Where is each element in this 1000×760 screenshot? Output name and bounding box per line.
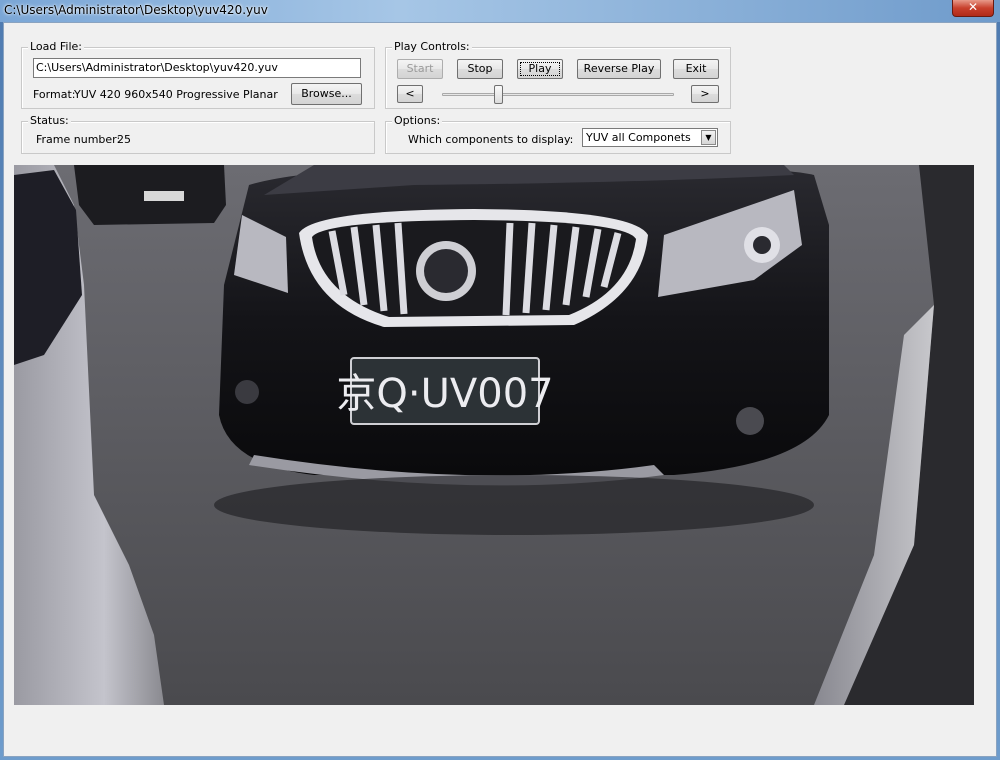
exit-button[interactable]: Exit (673, 59, 719, 79)
stop-button[interactable]: Stop (457, 59, 503, 79)
format-label: Format: (33, 88, 76, 101)
left-fog-light (235, 380, 259, 404)
background-car-plate (144, 191, 184, 201)
video-frame: 京Q·UV007 (14, 165, 974, 705)
license-plate-text: 京Q·UV007 (336, 371, 553, 417)
components-select-value: YUV all Componets (586, 131, 691, 144)
browse-button[interactable]: Browse... (291, 83, 362, 105)
chevron-down-icon[interactable]: ▼ (701, 130, 716, 145)
next-frame-button[interactable]: > (691, 85, 719, 103)
options-group-label: Options: (392, 114, 443, 127)
video-frame-image: 京Q·UV007 (14, 165, 974, 705)
window-title: C:\Users\Administrator\Desktop\yuv420.yu… (4, 3, 268, 17)
previous-frame-button[interactable]: < (397, 85, 423, 103)
play-controls-group-label: Play Controls: (392, 40, 472, 53)
components-select[interactable]: YUV all Componets ▼ (582, 128, 718, 147)
frame-slider-track[interactable] (442, 93, 674, 96)
reverse-play-button[interactable]: Reverse Play (577, 59, 661, 79)
frame-number-value: 25 (117, 133, 131, 146)
close-icon: ✕ (967, 0, 979, 14)
format-value: YUV 420 960x540 Progressive Planar (74, 88, 278, 101)
components-label: Which components to display: (408, 133, 574, 146)
play-button[interactable]: Play (517, 59, 563, 79)
dialog-client-area: Load File: C:\Users\Administrator\Deskto… (3, 22, 997, 757)
app-window: C:\Users\Administrator\Desktop\yuv420.yu… (0, 0, 1000, 760)
frame-number-label: Frame number: (36, 133, 121, 146)
file-path-input[interactable]: C:\Users\Administrator\Desktop\yuv420.yu… (33, 58, 361, 78)
right-fog-light (736, 407, 764, 435)
load-file-group-label: Load File: (28, 40, 84, 53)
frame-slider-thumb[interactable] (493, 85, 503, 104)
title-bar[interactable]: C:\Users\Administrator\Desktop\yuv420.yu… (0, 0, 1000, 22)
start-button[interactable]: Start (397, 59, 443, 79)
close-window-button[interactable]: ✕ (952, 0, 994, 17)
status-group-label: Status: (28, 114, 71, 127)
